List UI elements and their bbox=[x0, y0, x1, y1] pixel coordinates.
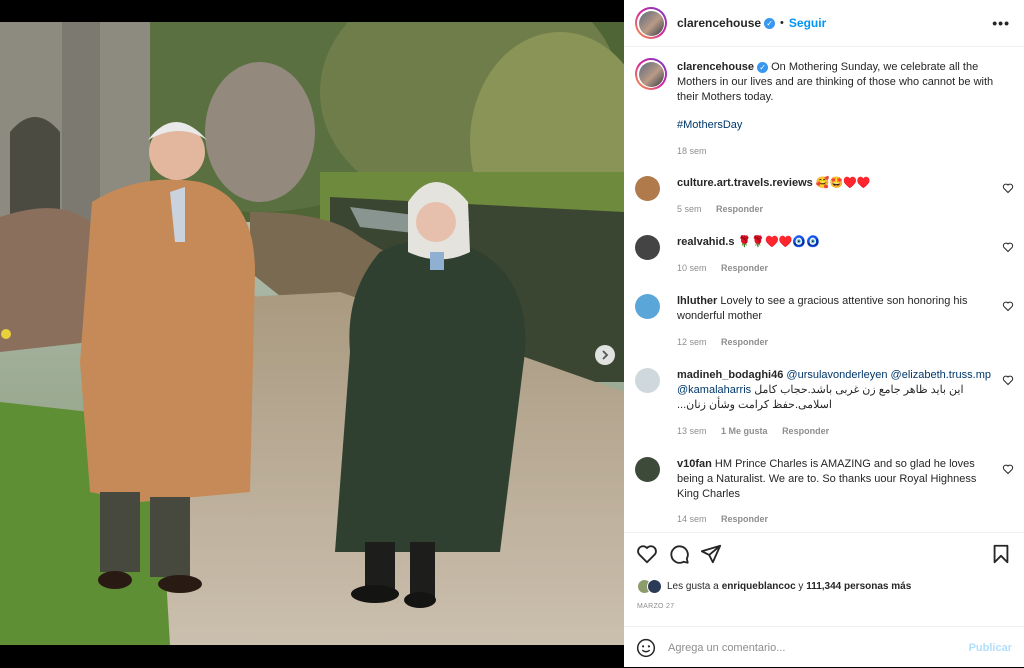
comment-meta: 14 sem Responder bbox=[677, 514, 780, 524]
comment-body: این باید ظاهر جامع زن غربی باشد.حجاب کام… bbox=[754, 384, 964, 396]
heart-icon[interactable] bbox=[636, 543, 658, 565]
post-date[interactable]: MARZO 27 bbox=[637, 603, 674, 610]
reply-button[interactable]: Responder bbox=[782, 426, 829, 436]
comment-text: realvahid.s 🌹🌹♥️♥️🧿🧿 bbox=[677, 235, 995, 250]
emoji-icon[interactable] bbox=[636, 638, 656, 658]
likes-summary: Les gusta a enriqueblancoc y 111,344 per… bbox=[637, 579, 911, 594]
caption-username[interactable]: clarencehouse bbox=[677, 61, 754, 73]
comment-username[interactable]: madineh_bodaghi46 bbox=[677, 369, 783, 381]
comment-time[interactable]: 10 sem bbox=[677, 263, 707, 273]
author-avatar[interactable] bbox=[635, 7, 667, 39]
commenter-avatar[interactable] bbox=[635, 457, 660, 482]
caption-time[interactable]: 18 sem bbox=[677, 146, 707, 156]
liker-avatar[interactable] bbox=[647, 579, 662, 594]
reply-button[interactable]: Responder bbox=[721, 263, 768, 273]
post-header: clarencehouse ✓ • Seguir ••• bbox=[624, 0, 1024, 47]
chevron-right-icon bbox=[602, 350, 609, 360]
mention-link[interactable]: @ursulavonderleyen bbox=[786, 369, 887, 381]
likes-count[interactable]: 111,344 personas más bbox=[806, 581, 911, 592]
comments-list[interactable]: clarencehouse ✓ On Mothering Sunday, we c… bbox=[624, 48, 1024, 532]
commenter-avatar[interactable] bbox=[635, 368, 660, 393]
comment-text: culture.art.travels.reviews 🥰🤩♥️♥️ bbox=[677, 176, 995, 191]
post-photo bbox=[0, 22, 624, 645]
mention-link[interactable]: @elizabeth.truss.mp bbox=[891, 369, 991, 381]
author-username[interactable]: clarencehouse bbox=[677, 16, 761, 30]
comment-body: 🥰🤩♥️♥️ bbox=[815, 177, 871, 189]
comment-text: lhluther Lovely to see a gracious attent… bbox=[677, 294, 995, 324]
heart-icon[interactable] bbox=[1002, 182, 1014, 194]
comment-time[interactable]: 14 sem bbox=[677, 514, 707, 524]
likes-prefix: Les gusta a bbox=[667, 581, 719, 592]
comment-username[interactable]: realvahid.s bbox=[677, 236, 734, 248]
comment-body: HM Prince Charles is AMAZING and so glad… bbox=[677, 458, 977, 500]
commenter-avatar[interactable] bbox=[635, 294, 660, 319]
comment-text: madineh_bodaghi46 @ursulavonderleyen @el… bbox=[677, 368, 995, 413]
caption-avatar[interactable] bbox=[635, 58, 667, 90]
publish-button[interactable]: Publicar bbox=[969, 642, 1012, 654]
caption-text: clarencehouse ✓ On Mothering Sunday, we c… bbox=[677, 60, 995, 105]
comment-time[interactable]: 12 sem bbox=[677, 337, 707, 347]
more-icon[interactable]: ••• bbox=[992, 15, 1010, 31]
comment-meta: 12 sem Responder bbox=[677, 337, 780, 347]
reply-button[interactable]: Responder bbox=[721, 514, 768, 524]
comment-body-2: اسلامی.حفظ کرامت وشأن زنان... bbox=[677, 399, 832, 411]
heart-icon[interactable] bbox=[1002, 374, 1014, 386]
heart-icon[interactable] bbox=[1002, 241, 1014, 253]
mention-link[interactable]: @kamalaharris bbox=[677, 384, 751, 396]
next-photo-button[interactable] bbox=[595, 345, 615, 365]
verified-icon: ✓ bbox=[757, 61, 769, 73]
caption-meta: 18 sem bbox=[677, 146, 719, 156]
comment-text: v10fan HM Prince Charles is AMAZING and … bbox=[677, 457, 995, 502]
reply-button[interactable]: Responder bbox=[721, 337, 768, 347]
commenter-avatar[interactable] bbox=[635, 176, 660, 201]
likes-user[interactable]: enriqueblancoc bbox=[722, 581, 796, 592]
comment-meta: 5 sem Responder bbox=[677, 204, 775, 214]
comment-meta: 13 sem 1 Me gusta Responder bbox=[677, 426, 841, 436]
likes-middle: y bbox=[795, 581, 807, 592]
post-modal: clarencehouse ✓ • Seguir ••• clarencehou… bbox=[0, 0, 1024, 667]
heart-icon[interactable] bbox=[1002, 300, 1014, 312]
comment-username[interactable]: culture.art.travels.reviews bbox=[677, 177, 813, 189]
comment-body: 🌹🌹♥️♥️🧿🧿 bbox=[737, 236, 820, 248]
comment-time[interactable]: 5 sem bbox=[677, 204, 702, 214]
photo-illustration bbox=[0, 22, 624, 645]
verified-icon: ✓ bbox=[764, 17, 776, 29]
comment-username[interactable]: lhluther bbox=[677, 295, 717, 307]
comment-username[interactable]: v10fan bbox=[677, 458, 712, 470]
post-side-panel: clarencehouse ✓ • Seguir ••• clarencehou… bbox=[624, 0, 1024, 667]
share-icon[interactable] bbox=[700, 543, 722, 565]
post-actions: Les gusta a enriqueblancoc y 111,344 per… bbox=[624, 532, 1024, 667]
hashtag-link[interactable]: #MothersDay bbox=[677, 118, 995, 133]
follow-button[interactable]: Seguir bbox=[789, 16, 826, 30]
separator-dot: • bbox=[780, 17, 784, 29]
comment-icon[interactable] bbox=[668, 543, 690, 565]
comment-likes[interactable]: 1 Me gusta bbox=[721, 426, 768, 436]
comment-time[interactable]: 13 sem bbox=[677, 426, 707, 436]
reply-button[interactable]: Responder bbox=[716, 204, 763, 214]
comment-meta: 10 sem Responder bbox=[677, 263, 780, 273]
comment-input[interactable] bbox=[668, 641, 958, 654]
heart-icon[interactable] bbox=[1002, 463, 1014, 475]
commenter-avatar[interactable] bbox=[635, 235, 660, 260]
bookmark-icon[interactable] bbox=[990, 543, 1012, 565]
comment-bar: Publicar bbox=[624, 626, 1024, 668]
comment-body: Lovely to see a gracious attentive son h… bbox=[677, 295, 968, 322]
